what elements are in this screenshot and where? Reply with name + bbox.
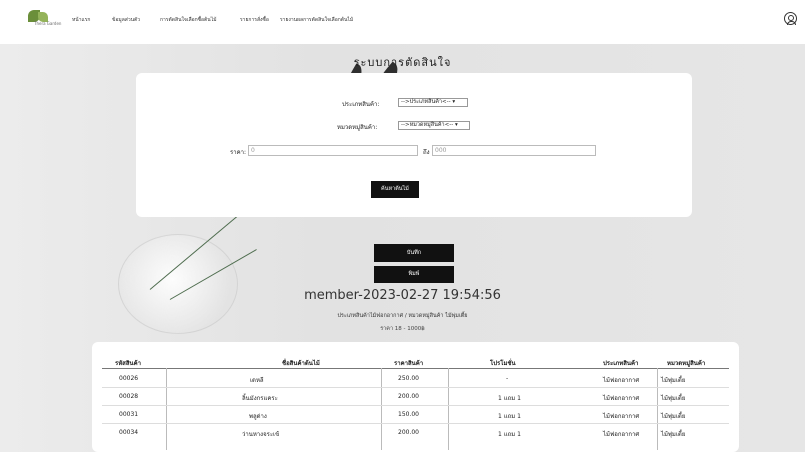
save-button[interactable]: บันทึก	[374, 244, 454, 262]
nav-item-decision[interactable]: การตัดสินใจเลือกซื้อต้นไม้	[160, 16, 217, 24]
chevron-down-icon: ▾	[452, 99, 456, 105]
nav-item-home[interactable]: หน้าแรก	[72, 16, 90, 24]
cell-promotion: 1 แถม 1	[498, 395, 521, 402]
cell-product-name: ว่านหางจระเข้	[242, 431, 280, 438]
cell-category: ไม้พุ่มเตี้ย	[661, 377, 686, 384]
brand-name: Thera Garden	[34, 21, 62, 26]
cell-product-type: ไม้ฟอกอากาศ	[603, 395, 640, 402]
print-button[interactable]: พิมพ์	[374, 266, 454, 283]
cell-product-name: ลิ้นมังกรแคระ	[242, 395, 278, 402]
selected-criteria: ประเภทสินค้าไม้ฟอกอากาศ / หมวดหมู่สินค้า…	[337, 313, 468, 319]
price-label: ราคา:	[230, 149, 246, 156]
cell-promotion: 1 แถม 1	[498, 431, 521, 438]
cell-promotion: 1 แถม 1	[498, 413, 521, 420]
category-label: หมวดหมู่สินค้า:	[337, 124, 378, 131]
cell-category: ไม้พุ่มเตี้ย	[661, 395, 686, 402]
member-timestamp: member-2023-02-27 19:54:56	[304, 288, 501, 303]
product-type-value: -->ประเภทสินค้า<--	[401, 99, 451, 105]
filter-card: ประเภทสินค้า: -->ประเภทสินค้า<-- ▾ หมวดห…	[136, 73, 692, 217]
nav-item-profile[interactable]: ข้อมูลส่วนตัว	[112, 16, 140, 24]
header-product-code: รหัสสินค้า	[115, 360, 141, 367]
price-min-input[interactable]: 0	[248, 145, 418, 156]
to-label: ถึง	[423, 149, 430, 156]
user-circle-icon[interactable]	[784, 12, 797, 25]
column-divider	[381, 368, 382, 450]
header-product-type: ประเภทสินค้า	[603, 360, 639, 367]
cell-product-type: ไม้ฟอกอากาศ	[603, 431, 640, 438]
header-divider	[102, 368, 729, 369]
results-table: รหัสสินค้า ชื่อสินค้าต้นไม้ ราคาสินค้า โ…	[92, 342, 739, 452]
cell-product-type: ไม้ฟอกอากาศ	[603, 377, 640, 384]
category-select[interactable]: -->หมวดหมู่สินค้า<-- ▾	[398, 121, 470, 130]
cell-price: 200.00	[398, 429, 419, 436]
column-divider	[657, 368, 658, 450]
row-divider	[102, 423, 729, 424]
cell-product-code: 00031	[119, 411, 139, 418]
cell-product-type: ไม้ฟอกอากาศ	[603, 413, 640, 420]
cell-category: ไม้พุ่มเตี้ย	[661, 431, 686, 438]
column-divider	[166, 368, 167, 450]
nav-item-report[interactable]: รายงานผลการตัดสินใจเลือกต้นไม้	[280, 16, 353, 24]
cell-product-name: เดหลี	[250, 377, 264, 384]
product-type-label: ประเภทสินค้า:	[342, 101, 380, 108]
page-title: ระบบการตัดสินใจ	[353, 56, 452, 69]
search-plants-button[interactable]: ค้นหาต้นไม้	[371, 181, 419, 198]
cell-product-code: 00034	[119, 429, 139, 436]
category-value: -->หมวดหมู่สินค้า<--	[401, 122, 454, 128]
header-category: หมวดหมู่สินค้า	[667, 360, 706, 367]
price-max-input[interactable]: 000	[432, 145, 596, 156]
cell-product-code: 00026	[119, 375, 139, 382]
selected-price-range: ราคา 18 - 1000฿	[380, 326, 425, 332]
chevron-down-icon: ▾	[454, 122, 458, 128]
row-divider	[102, 387, 729, 388]
nav-item-orders[interactable]: รายการสั่งซื้อ	[240, 16, 269, 24]
cell-product-name: พลูด่าง	[249, 413, 267, 420]
cell-promotion: -	[506, 375, 509, 382]
header-promotion: โปรโมชั่น	[490, 360, 516, 367]
row-divider	[102, 405, 729, 406]
header-price: ราคาสินค้า	[394, 360, 424, 367]
top-navbar: Thera Garden หน้าแรก ข้อมูลส่วนตัว การตั…	[0, 0, 805, 44]
cell-price: 200.00	[398, 393, 419, 400]
product-type-select[interactable]: -->ประเภทสินค้า<-- ▾	[398, 98, 468, 107]
cell-price: 150.00	[398, 411, 419, 418]
cell-product-code: 00028	[119, 393, 139, 400]
cell-price: 250.00	[398, 375, 419, 382]
cell-category: ไม้พุ่มเตี้ย	[661, 413, 686, 420]
column-divider	[448, 368, 449, 450]
header-product-name: ชื่อสินค้าต้นไม้	[282, 360, 320, 367]
plant-logo-icon[interactable]: Thera Garden	[28, 10, 61, 32]
